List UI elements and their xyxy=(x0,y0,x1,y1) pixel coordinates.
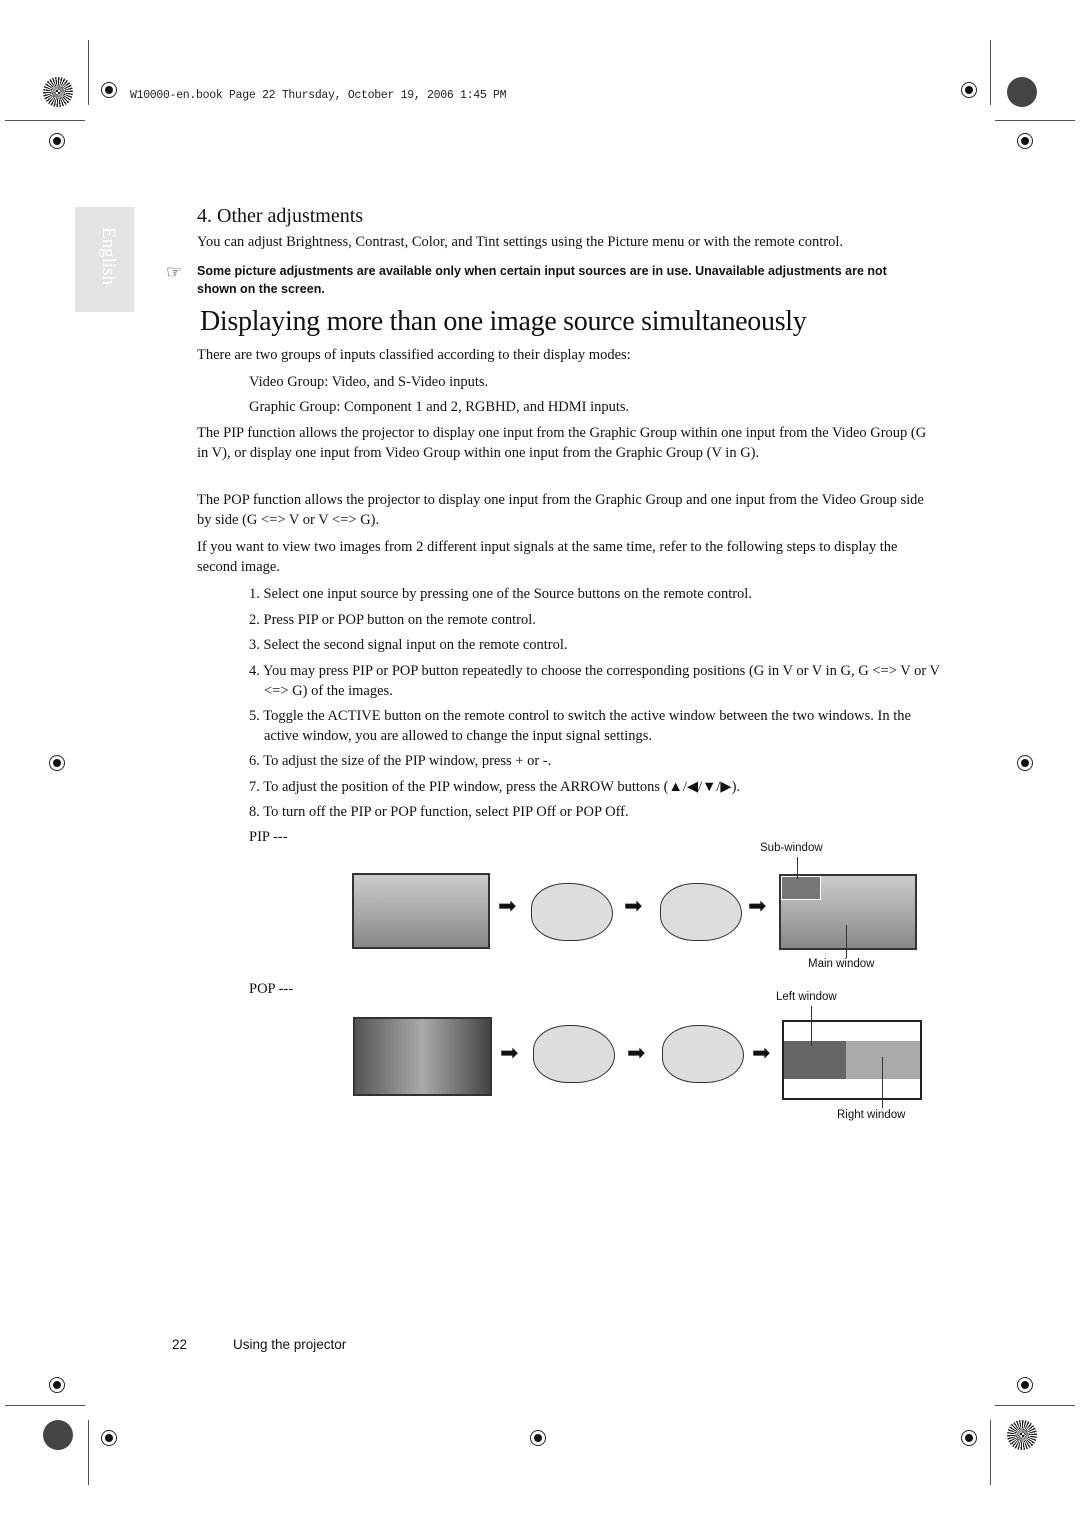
arrow-right-icon: ➡ xyxy=(627,1040,646,1065)
registration-sunburst-icon xyxy=(43,77,73,107)
steps-intro: If you want to view two images from 2 di… xyxy=(197,539,898,575)
crosshair-icon xyxy=(530,1430,546,1446)
crop-mark xyxy=(5,1405,85,1406)
crop-mark xyxy=(88,1420,89,1485)
page-title: Displaying more than one image source si… xyxy=(200,306,807,337)
section-heading: 4. Other adjustments xyxy=(197,205,364,227)
step-item: 5. Toggle the ACTIVE button on the remot… xyxy=(249,708,911,744)
arrow-right-icon: ➡ xyxy=(752,1040,771,1065)
step-item: 3. Select the second signal input on the… xyxy=(249,637,568,653)
document-page: W10000-en.book Page 22 Thursday, October… xyxy=(0,0,1080,1528)
pop-result-image xyxy=(782,1020,922,1100)
intro-text: There are two groups of inputs classifie… xyxy=(197,347,631,363)
crosshair-icon xyxy=(49,1377,65,1393)
note-hand-icon: ☞ xyxy=(166,262,183,282)
left-window-image xyxy=(784,1041,846,1079)
crosshair-icon xyxy=(1017,755,1033,771)
pip-result-image xyxy=(779,874,917,950)
crop-mark xyxy=(5,120,85,121)
registration-dot-icon xyxy=(1007,77,1037,107)
main-window-label: Main window xyxy=(808,958,875,970)
crop-mark xyxy=(995,1405,1075,1406)
right-window-image xyxy=(846,1041,920,1079)
step-item: 4. You may press PIP or POP button repea… xyxy=(249,663,940,699)
crop-mark xyxy=(995,120,1075,121)
step-item: 7. To adjust the position of the PIP win… xyxy=(249,779,741,795)
crosshair-icon xyxy=(49,133,65,149)
pip-main-image xyxy=(352,873,490,949)
sub-window-label: Sub-window xyxy=(760,842,823,854)
pop-video-image xyxy=(353,1017,492,1096)
callout-line xyxy=(811,1006,812,1046)
crosshair-icon xyxy=(961,1430,977,1446)
callout-line xyxy=(882,1057,883,1108)
arrow-right-icon: ➡ xyxy=(748,893,767,918)
arrow-right-icon: ➡ xyxy=(498,893,517,918)
remote-pop-button-image xyxy=(533,1025,615,1083)
remote-pip-button-image xyxy=(531,883,613,941)
pop-label: POP --- xyxy=(249,981,294,997)
registration-sunburst-icon xyxy=(1007,1420,1037,1450)
step-item: 8. To turn off the PIP or POP function, … xyxy=(249,804,629,820)
video-group-text: Video Group: Video, and S-Video inputs. xyxy=(249,374,489,390)
arrow-right-icon: ➡ xyxy=(624,893,643,918)
note-text: Some picture adjustments are available o… xyxy=(197,264,887,296)
pip-label: PIP --- xyxy=(249,829,288,845)
crosshair-icon xyxy=(101,1430,117,1446)
left-window-label: Left window xyxy=(776,991,837,1003)
registration-dot-icon xyxy=(43,1420,73,1450)
arrow-right-icon: ➡ xyxy=(500,1040,519,1065)
remote-source-button-image xyxy=(660,883,742,941)
sub-window-image xyxy=(781,876,821,900)
right-window-label: Right window xyxy=(837,1109,906,1121)
step-item: 1. Select one input source by pressing o… xyxy=(249,586,752,602)
remote-source-button-image xyxy=(662,1025,744,1083)
crop-mark xyxy=(990,1420,991,1485)
language-tab: English xyxy=(75,207,134,312)
crosshair-icon xyxy=(1017,133,1033,149)
crop-mark xyxy=(88,40,89,105)
print-header: W10000-en.book Page 22 Thursday, October… xyxy=(130,89,507,102)
callout-line xyxy=(846,925,847,958)
section-body: You can adjust Brightness, Contrast, Col… xyxy=(197,234,843,250)
language-tab-label: English xyxy=(98,227,119,286)
footer-section: Using the projector xyxy=(233,1337,347,1352)
callout-line xyxy=(797,857,798,879)
graphic-group-text: Graphic Group: Component 1 and 2, RGBHD,… xyxy=(249,399,630,415)
pip-paragraph: The PIP function allows the projector to… xyxy=(197,425,927,461)
crop-mark xyxy=(990,40,991,105)
page-number: 22 xyxy=(172,1337,188,1352)
step-item: 6. To adjust the size of the PIP window,… xyxy=(249,753,552,769)
crosshair-icon xyxy=(101,82,117,98)
crosshair-icon xyxy=(49,755,65,771)
crosshair-icon xyxy=(961,82,977,98)
step-item: 2. Press PIP or POP button on the remote… xyxy=(249,612,536,628)
pop-paragraph: The POP function allows the projector to… xyxy=(197,492,924,528)
crosshair-icon xyxy=(1017,1377,1033,1393)
